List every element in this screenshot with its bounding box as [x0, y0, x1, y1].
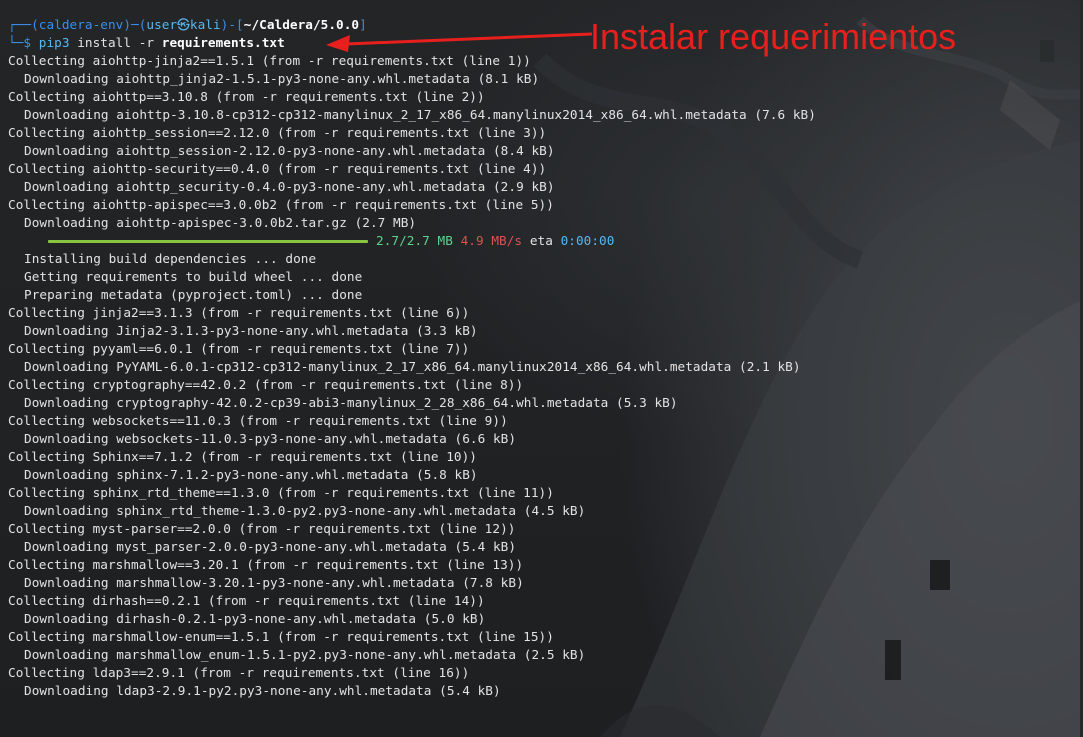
output-line: Collecting dirhash==0.2.1 (from -r requi… [8, 593, 485, 608]
output-line: Downloading marshmallow_enum-1.5.1-py2.p… [24, 647, 586, 662]
output-line: Collecting ldap3==2.9.1 (from -r require… [8, 665, 470, 680]
output-line: Downloading myst_parser-2.0.0-py3-none-a… [24, 539, 517, 554]
command-name: pip3 [38, 35, 70, 50]
output-line: Collecting marshmallow==3.20.1 (from -r … [8, 557, 524, 572]
output-line: Downloading cryptography-42.0.2-cp39-abi… [24, 395, 678, 410]
progress-size: 2.7/2.7 MB [376, 233, 453, 248]
output-line: Downloading sphinx_rtd_theme-1.3.0-py2.p… [24, 503, 586, 518]
output-line: Installing build dependencies ... done [24, 251, 317, 266]
command-file: requirements.txt [161, 35, 285, 50]
output-line: Preparing metadata (pyproject.toml) ... … [24, 287, 363, 302]
eta-label: eta [529, 233, 553, 248]
progress-bar [48, 240, 368, 243]
output-line: Downloading aiohttp_jinja2-1.5.1-py3-non… [24, 71, 540, 86]
terminal-output: ┌──(caldera-env)─(user㉿kali)-[~/Caldera/… [8, 16, 1083, 700]
output-line: Downloading aiohttp-apispec-3.0.0b2.tar.… [24, 215, 417, 230]
output-line: Downloading sphinx-7.1.2-py3-none-any.wh… [24, 467, 478, 482]
virtualenv-label: (caldera-env) [31, 17, 132, 32]
output-line: Collecting myst-parser==2.0.0 (from -r r… [8, 521, 516, 536]
progress-speed: 4.9 MB/s [460, 233, 523, 248]
output-line: Collecting jinja2==3.1.3 (from -r requir… [8, 305, 470, 320]
progress-line: 2.7/2.7 MB 4.9 MB/s eta 0:00:00 [8, 232, 1083, 250]
output-line: Collecting Sphinx==7.1.2 (from -r requir… [8, 449, 477, 464]
output-line: Collecting aiohttp==3.10.8 (from -r requ… [8, 89, 485, 104]
output-line: Downloading aiohttp-3.10.8-cp312-cp312-m… [24, 107, 816, 122]
output-line: Downloading aiohttp_security-0.4.0-py3-n… [24, 179, 555, 194]
output-line: Downloading PyYAML-6.0.1-cp312-cp312-man… [24, 359, 801, 374]
output-line: Downloading aiohttp_session-2.12.0-py3-n… [24, 143, 555, 158]
output-line: Downloading websockets-11.0.3-py3-none-a… [24, 431, 517, 446]
output-line: Collecting pyyaml==6.0.1 (from -r requir… [8, 341, 470, 356]
output-line: Downloading Jinja2-3.1.3-py3-none-any.wh… [24, 323, 478, 338]
output-line: Downloading dirhash-0.2.1-py3-none-any.w… [24, 611, 486, 626]
red-arrow-icon [326, 32, 593, 52]
output-line: Downloading marshmallow-3.20.1-py3-none-… [24, 575, 524, 590]
terminal-window[interactable]: ┌──(caldera-env)─(user㉿kali)-[~/Caldera/… [0, 0, 1083, 737]
eta-value: 0:00:00 [560, 233, 615, 248]
output-line: Collecting cryptography==42.0.2 (from -r… [8, 377, 524, 392]
command-args: install -r [69, 35, 162, 50]
output-line: Collecting websockets==11.0.3 (from -r r… [8, 413, 508, 428]
output-line: Getting requirements to build wheel ... … [24, 269, 363, 284]
user-host: user㉿kali [146, 17, 221, 32]
output-line: Collecting sphinx_rtd_theme==1.3.0 (from… [8, 485, 554, 500]
output-line: Collecting aiohttp-security==0.4.0 (from… [8, 161, 547, 176]
output-line: Collecting marshmallow-enum==1.5.1 (from… [8, 629, 554, 644]
output-line: Collecting aiohttp_session==2.12.0 (from… [8, 125, 547, 140]
output-line: Downloading ldap3-2.9.1-py2.py3-none-any… [24, 683, 501, 698]
output-line: Collecting aiohttp-apispec==3.0.0b2 (fro… [8, 197, 554, 212]
annotation-label: Instalar requerimientos [590, 16, 957, 57]
